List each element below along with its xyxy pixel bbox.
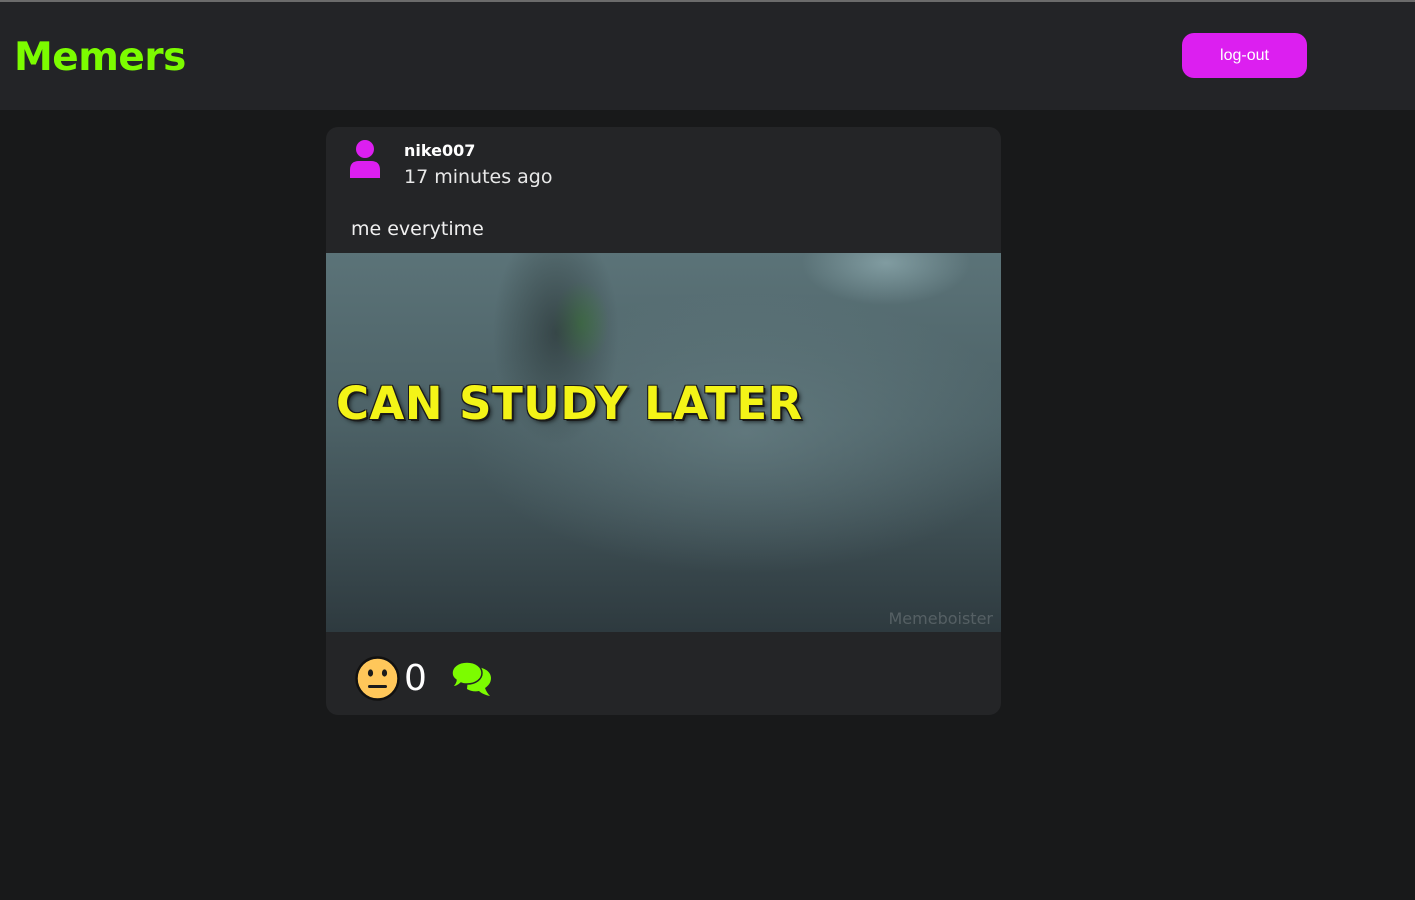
comments-icon[interactable]: [451, 661, 493, 697]
face-mouth: [368, 685, 387, 688]
post-username[interactable]: nike007: [404, 141, 475, 161]
face-outline: [355, 656, 400, 701]
user-icon-body: [350, 161, 380, 178]
reaction-count: 0: [404, 658, 427, 699]
face-left-eye: [367, 669, 374, 677]
brand-logo[interactable]: Memers: [14, 35, 186, 81]
neutral-face-icon[interactable]: [355, 656, 400, 701]
logout-button[interactable]: log-out: [1182, 33, 1307, 78]
user-icon[interactable]: [348, 140, 382, 178]
meme-watermark: Memeboister: [888, 609, 994, 628]
user-icon-head: [356, 140, 374, 158]
post-card: nike007 17 minutes ago me everytime CAN …: [326, 127, 1001, 715]
meme-overlay-text: CAN STUDY LATER: [336, 377, 803, 430]
post-caption: me everytime: [351, 218, 484, 240]
meme-image[interactable]: CAN STUDY LATER Memeboister: [326, 253, 1001, 632]
post-timestamp: 17 minutes ago: [404, 166, 553, 188]
navbar: Memers log-out: [0, 2, 1415, 110]
face-right-eye: [381, 669, 388, 677]
